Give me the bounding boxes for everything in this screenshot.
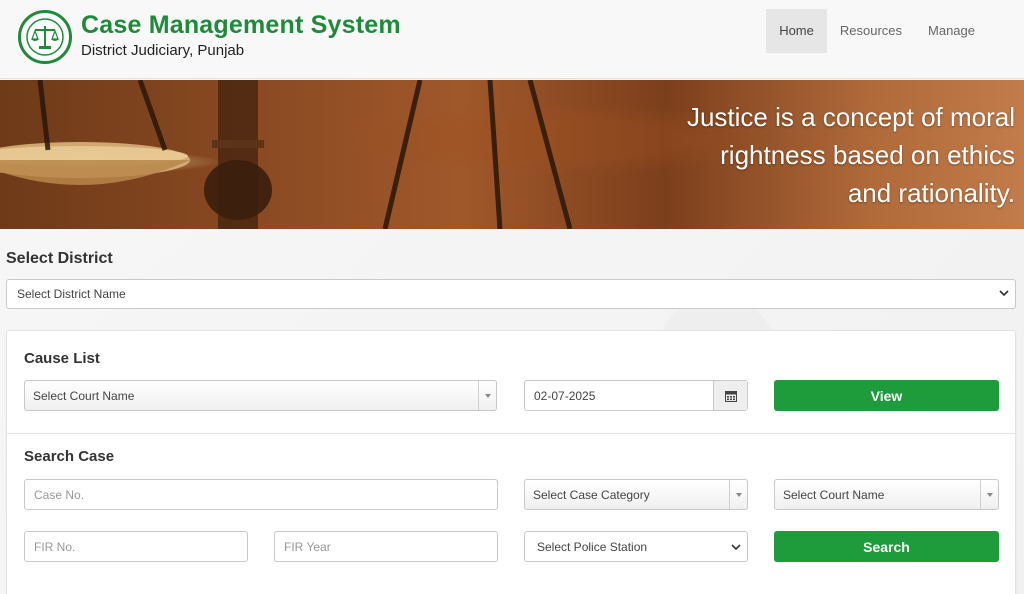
case-no-input[interactable]: Case No. (24, 479, 498, 510)
search-button[interactable]: Search (774, 531, 999, 562)
hero-banner: Justice is a concept of moral rightness … (0, 80, 1024, 229)
calendar-icon[interactable] (713, 381, 747, 410)
cause-date-input[interactable]: 02-07-2025 (524, 380, 748, 411)
brand-subtitle: District Judiciary, Punjab (81, 42, 245, 59)
brand-title: Case Management System (81, 11, 401, 39)
main-nav: Home Resources Manage (766, 9, 988, 53)
quote-line-3: and rationality. (847, 178, 1015, 208)
banner-quote: Justice is a concept of moral rightness … (595, 98, 1015, 212)
case-panel: Cause List Select Court Name 02-07-2025 … (6, 330, 1016, 594)
district-select[interactable]: Select District Name (6, 279, 1016, 309)
case-category-select[interactable]: Select Case Category (524, 479, 748, 510)
quote-line-1: Justice is a concept of moral (686, 102, 1015, 132)
judiciary-logo-icon[interactable] (18, 10, 72, 64)
cause-list-title: Cause List (24, 350, 100, 367)
fir-year-input[interactable]: FIR Year (274, 531, 498, 562)
nav-resources[interactable]: Resources (827, 9, 915, 53)
nav-manage[interactable]: Manage (915, 9, 988, 53)
chevron-down-icon (729, 480, 747, 509)
district-select-value: Select District Name (17, 287, 126, 301)
view-button[interactable]: View (774, 380, 999, 411)
cause-court-select-value: Select Court Name (33, 388, 135, 403)
search-case-title: Search Case (24, 448, 115, 465)
chevron-down-icon (999, 290, 1009, 297)
cause-date-value: 02-07-2025 (534, 388, 596, 403)
district-label: Select District (6, 250, 113, 267)
section-divider (7, 433, 1015, 434)
chevron-down-icon (478, 381, 496, 410)
chevron-down-icon (731, 544, 741, 551)
chevron-down-icon (980, 480, 998, 509)
search-court-select-value: Select Court Name (783, 487, 885, 502)
site-header: Case Management System District Judiciar… (0, 0, 1024, 79)
case-category-select-value: Select Case Category (533, 487, 650, 502)
police-station-select[interactable]: Select Police Station (524, 531, 748, 562)
fir-no-input[interactable]: FIR No. (24, 531, 248, 562)
cause-court-select[interactable]: Select Court Name (24, 380, 497, 411)
search-court-select[interactable]: Select Court Name (774, 479, 999, 510)
quote-line-2: rightness based on ethics (720, 140, 1015, 170)
nav-home[interactable]: Home (766, 9, 827, 53)
police-station-select-value: Select Police Station (537, 539, 648, 554)
